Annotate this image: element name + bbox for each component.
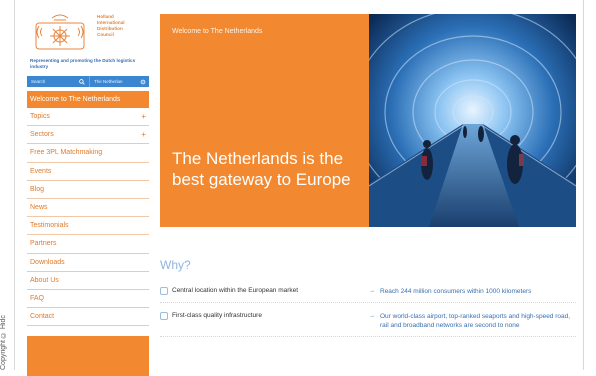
hero-headline: The Netherlands is the best gateway to E… [172,149,351,189]
tunnel-illustration [369,14,576,227]
why-rows: Central location within the European mar… [160,284,576,337]
nav-item-sectors[interactable]: Sectors + [27,126,149,145]
nav-item-downloads[interactable]: Downloads [27,254,149,272]
why-row: First-class quality infrastructure → Our… [160,309,576,337]
logo-tagline: Representing and promoting the Dutch log… [30,58,136,69]
expand-plus-icon[interactable]: + [141,112,146,121]
hero-small-title: Welcome to The Netherlands [172,28,263,35]
nav-item-faq[interactable]: FAQ [27,290,149,309]
why-heading: Why? [160,258,191,272]
why-row: Central location within the European mar… [160,284,576,303]
hidc-logo-emblem [35,14,85,50]
why-row-benefit[interactable]: → Reach 244 million consumers within 100… [365,287,576,296]
language-value: The Netherlan [94,79,123,84]
search-icon[interactable] [79,78,85,85]
search-input[interactable]: Search [27,76,90,87]
logo[interactable]: Holland International Distribution Counc… [27,12,149,54]
search-bar: Search The Netherlan [27,76,149,87]
nav-item-events[interactable]: Events [27,163,149,181]
why-row-reason: First-class quality infrastructure [160,312,365,330]
language-select[interactable]: The Netherlan [90,79,149,85]
nav-item-topics[interactable]: Topics + [27,108,149,127]
why-row-benefit[interactable]: → Our world-class airport, top-ranked se… [365,312,576,330]
nav-item-testimonials[interactable]: Testimonials [27,217,149,236]
nav-item-3pl-matchmaking[interactable]: Free 3PL Matchmaking [27,144,149,163]
logo-org-name: Holland International Distribution Counc… [97,14,125,37]
nav-item-partners[interactable]: Partners [27,235,149,254]
location-icon [160,287,168,295]
sidebar-footer-block [27,336,149,376]
hero-tunnel-photo [369,14,576,227]
nav-item-blog[interactable]: Blog [27,181,149,199]
sidebar: Holland International Distribution Counc… [27,12,149,376]
arrow-right-icon: → [369,313,375,319]
search-placeholder: Search [31,79,46,84]
hero-banner: Welcome to The Netherlands The Netherlan… [160,14,576,227]
hero-text-panel: Welcome to The Netherlands The Netherlan… [160,14,369,227]
nav-item-welcome[interactable]: Welcome to The Netherlands [27,91,149,108]
sidebar-nav: Welcome to The Netherlands Topics + Sect… [27,91,149,327]
expand-plus-icon[interactable]: + [141,130,146,139]
why-section: Why? Central location within the Europea… [160,258,576,343]
nav-item-news[interactable]: News [27,199,149,218]
why-row-reason: Central location within the European mar… [160,287,365,296]
nav-item-about-us[interactable]: About Us [27,272,149,290]
gear-icon[interactable] [140,79,146,85]
nav-item-contact[interactable]: Contact [27,308,149,327]
arrow-right-icon: → [369,288,375,294]
infrastructure-icon [160,312,168,320]
copyright-caption: Copyright © Hidc [0,315,7,370]
